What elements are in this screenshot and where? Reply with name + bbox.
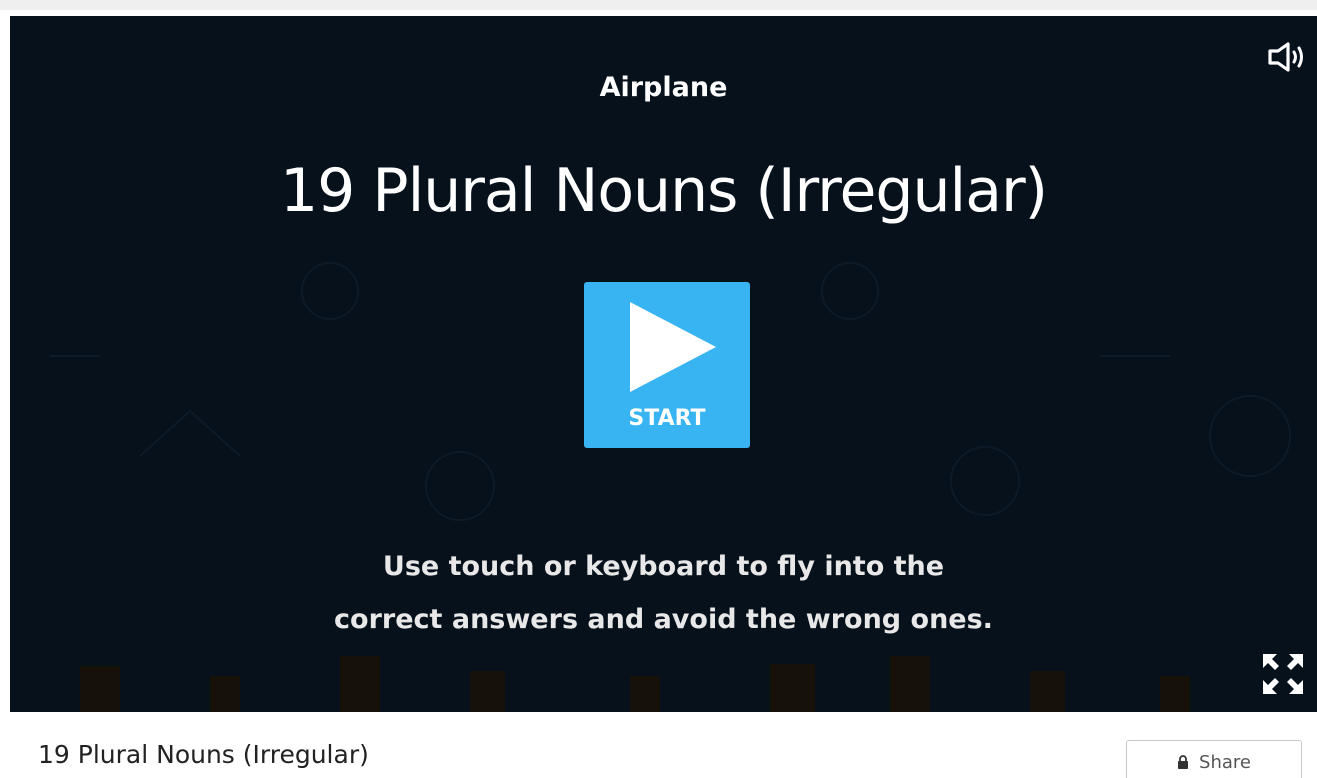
footer-title: 19 Plural Nouns (Irregular) [38,740,369,769]
fullscreen-icon[interactable] [1261,652,1305,696]
share-button[interactable]: Share [1126,740,1302,778]
instructions: Use touch or keyboard to fly into the co… [10,540,1317,646]
top-border [0,0,1317,10]
start-button[interactable]: START [584,282,750,448]
activity-title: 19 Plural Nouns (Irregular) [279,156,1048,226]
speaker-icon[interactable] [1267,42,1307,72]
start-label: START [628,406,706,431]
template-name: Airplane [599,72,728,103]
share-label: Share [1199,751,1251,773]
instructions-line-2: correct answers and avoid the wrong ones… [334,604,993,635]
play-icon [630,302,716,392]
instructions-line-1: Use touch or keyboard to fly into the [382,551,945,582]
page: Airplane 19 Plural Nouns (Irregular) STA… [0,0,1317,778]
activity-player[interactable]: Airplane 19 Plural Nouns (Irregular) STA… [10,16,1317,712]
lock-icon [1178,755,1189,769]
